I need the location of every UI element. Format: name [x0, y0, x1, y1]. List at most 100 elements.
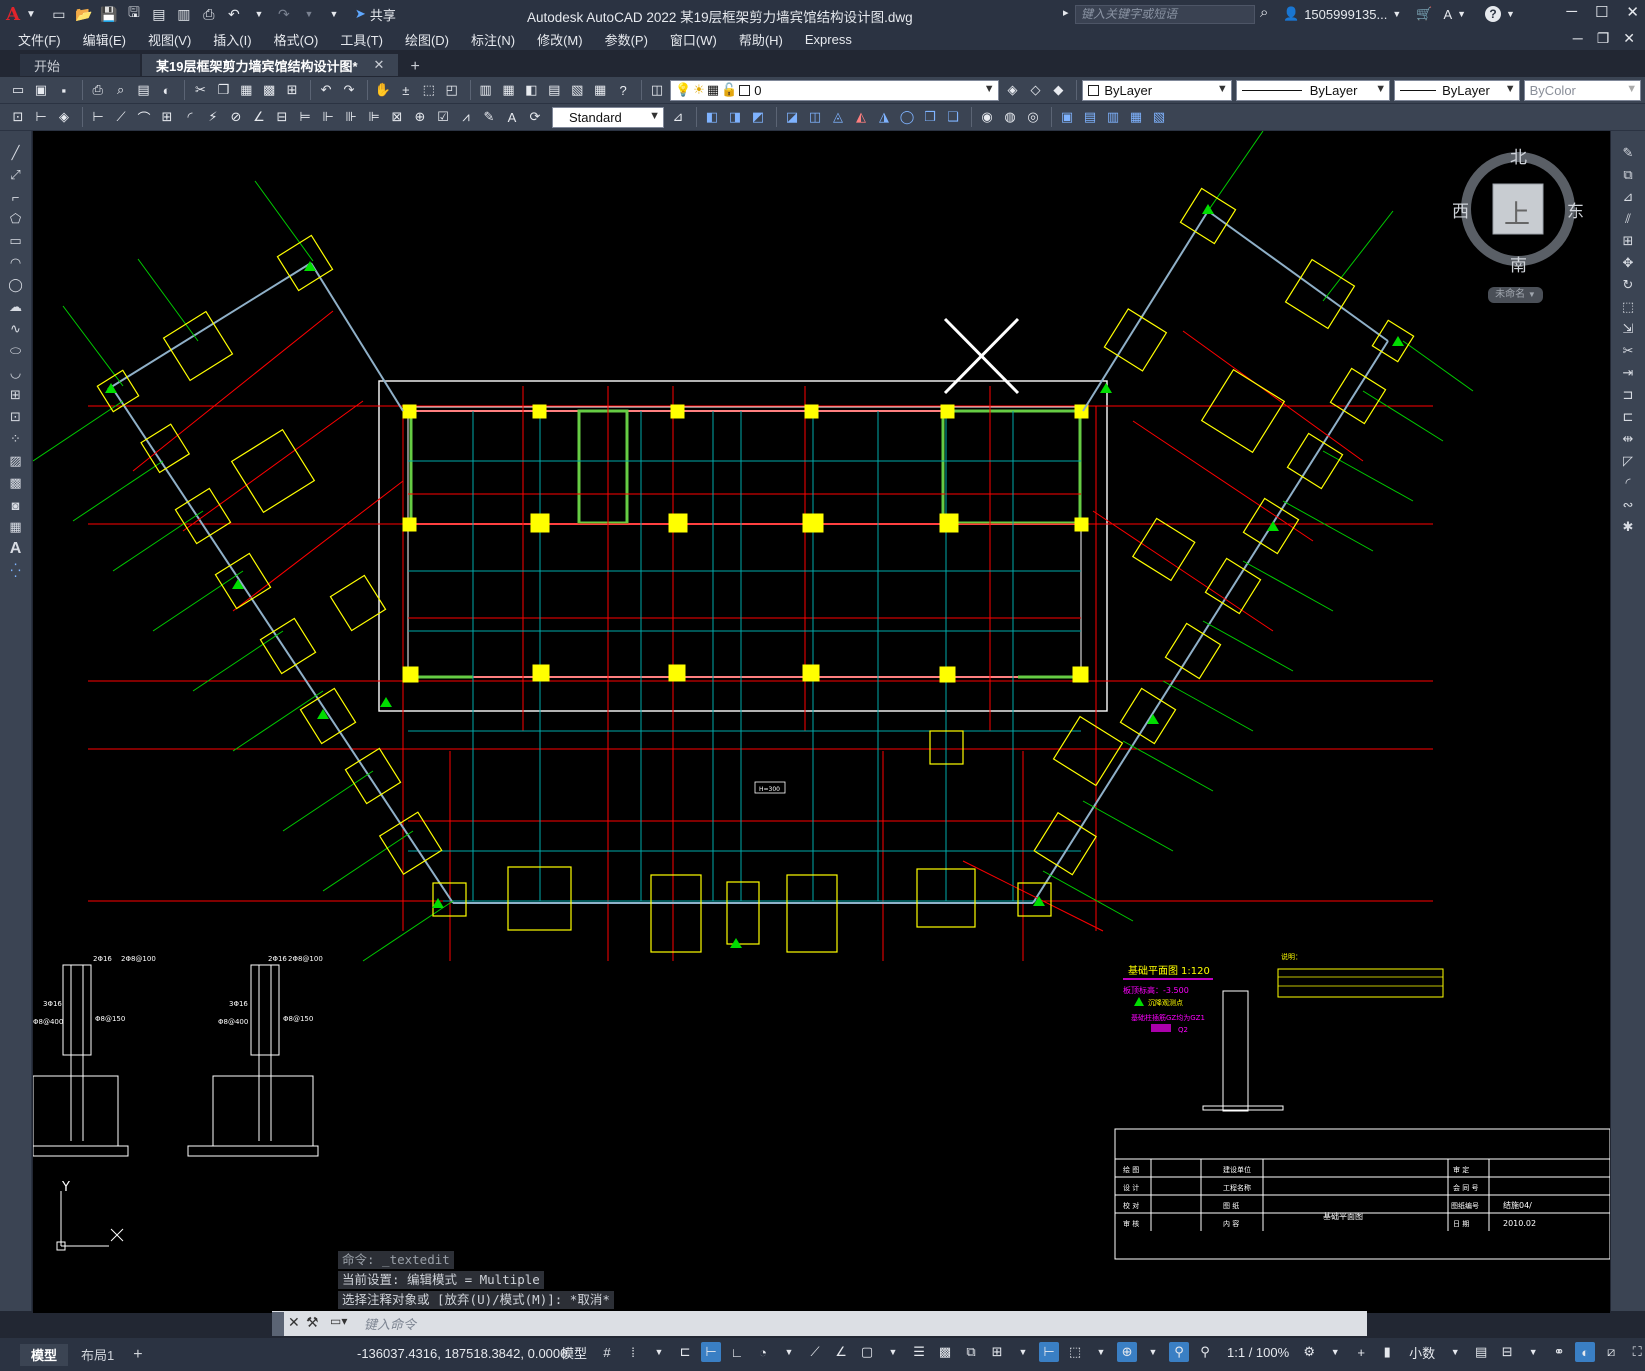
center-mark-icon[interactable]: ⊕ [410, 107, 430, 127]
add-layout-icon[interactable]: + [133, 1346, 142, 1364]
array-icon[interactable]: ⊞ [1618, 231, 1638, 251]
search-input[interactable]: 键入关键字或短语 [1075, 5, 1255, 24]
units-icon[interactable]: ▮ [1377, 1342, 1397, 1362]
copy-icon[interactable]: ❐ [213, 80, 233, 100]
save-toolbar-icon[interactable]: ▪ [54, 80, 74, 100]
gizmo-dropdown-icon[interactable]: ▼ [1143, 1342, 1163, 1362]
erase-icon[interactable]: ✎ [1618, 143, 1638, 163]
workspace-icon[interactable]: ⚙ [1299, 1342, 1319, 1362]
command-recent-icon[interactable]: ▭▾ [330, 1314, 347, 1328]
line-icon[interactable]: ╱ [6, 143, 26, 163]
interfere-icon[interactable]: ▧ [1149, 107, 1169, 127]
menu-help[interactable]: 帮助(H) [739, 30, 794, 49]
quick-dim-icon[interactable]: ⊟ [272, 107, 292, 127]
box-icon[interactable]: ◧ [702, 107, 722, 127]
undo-dropdown-icon[interactable]: ▼ [248, 3, 270, 25]
help-icon[interactable]: ? [1485, 6, 1502, 22]
diameter-dim-icon[interactable]: ⊘ [226, 107, 246, 127]
tab-layout1[interactable]: 布局1 [70, 1344, 125, 1366]
offset-faces-icon[interactable]: ◬ [828, 107, 848, 127]
redo-icon[interactable]: ↷ [273, 3, 295, 25]
baseline-dim-icon[interactable]: ⊨ [295, 107, 315, 127]
clean-screen-icon[interactable]: ⧄ [1601, 1342, 1621, 1362]
move-faces-icon[interactable]: ◫ [805, 107, 825, 127]
chamfer-icon[interactable]: ◸ [1618, 451, 1638, 471]
model-space-toggle[interactable]: 模型 [561, 1343, 587, 1362]
plot-icon[interactable]: ⎙ [198, 3, 220, 25]
tool-palettes-icon[interactable]: ◧ [521, 80, 541, 100]
polyline-icon[interactable]: ⌐ [6, 187, 26, 207]
text-style-combo[interactable]: Standard ▼ [552, 106, 664, 128]
dim-break-icon[interactable]: ⊫ [364, 107, 384, 127]
cart-icon[interactable]: 🛒 [1416, 6, 1432, 22]
region-icon[interactable]: ◙ [6, 495, 26, 515]
dim-update-icon[interactable]: ⟳ [525, 107, 545, 127]
continue-dim-icon[interactable]: ⊩ [318, 107, 338, 127]
graphics-performance-icon[interactable]: ◐ [1575, 1342, 1596, 1362]
menu-draw[interactable]: 绘图(D) [405, 30, 460, 49]
offset-icon[interactable]: ⫽ [1618, 209, 1638, 229]
app-dropdown-icon[interactable]: ▼ [1457, 9, 1466, 19]
section-icon[interactable]: ▦ [1126, 107, 1146, 127]
layer-states-icon[interactable]: ◆ [1048, 80, 1068, 100]
arc-icon[interactable]: ◠ [6, 253, 26, 273]
dim-space-icon[interactable]: ⊪ [341, 107, 361, 127]
clean-icon[interactable]: ◍ [1000, 107, 1020, 127]
isodraft-icon[interactable]: ⟋ [805, 1342, 825, 1362]
imprint-icon[interactable]: ◉ [977, 107, 997, 127]
check-icon[interactable]: ▤ [1080, 107, 1100, 127]
search-expand-icon[interactable]: ▸ [1063, 6, 1069, 19]
plotstyle-combo[interactable]: ByColor ▼ [1523, 79, 1642, 101]
extend-icon[interactable]: ⇥ [1618, 363, 1638, 383]
join-icon[interactable]: ⇹ [1618, 429, 1638, 449]
move-icon[interactable]: ✥ [1618, 253, 1638, 273]
dim-style-icon[interactable]: ⊿ [668, 107, 688, 127]
tab-close-icon[interactable]: ✕ [374, 57, 385, 73]
blend-curves-icon[interactable]: ∾ [1618, 495, 1638, 515]
make-block-icon[interactable]: ⊡ [6, 407, 26, 427]
pan-icon[interactable]: ✋ [373, 80, 393, 100]
union-icon[interactable]: ◨ [725, 107, 745, 127]
viewcube[interactable]: 上 北 南 西 东 未命名 ▼ [1452, 148, 1590, 319]
workspace-dropdown-icon[interactable]: ▼ [1325, 1342, 1345, 1362]
selection-filter-dropdown-icon[interactable]: ▼ [1091, 1342, 1111, 1362]
help-toolbar-icon[interactable]: ? [613, 80, 633, 100]
add-selected-icon[interactable]: ⁛ [6, 561, 26, 581]
3d-osnap-dropdown-icon[interactable]: ▼ [1013, 1342, 1033, 1362]
ucs-icon[interactable]: ⊢ [31, 107, 51, 127]
ellipse-icon[interactable]: ⬭ [6, 341, 26, 361]
taper-faces-icon[interactable]: ◯ [897, 107, 917, 127]
doc-restore-icon[interactable]: ❐ [1597, 30, 1610, 47]
customize-qa-icon[interactable]: ▼ [323, 3, 345, 25]
make-current-layer-icon[interactable]: ◈ [1003, 80, 1023, 100]
slice-icon[interactable]: ▥ [1103, 107, 1123, 127]
redo-toolbar-icon[interactable]: ↷ [339, 80, 359, 100]
revision-cloud-icon[interactable]: ☁ [6, 297, 26, 317]
menu-tools[interactable]: 工具(T) [340, 30, 394, 49]
autocad-logo-icon[interactable]: A [0, 0, 26, 28]
ortho-icon[interactable]: ∟ [727, 1342, 747, 1362]
polar-icon[interactable]: ◔ [753, 1342, 773, 1362]
separate-icon[interactable]: ◎ [1023, 107, 1043, 127]
3d-osnap-icon[interactable]: ⊞ [987, 1342, 1007, 1362]
osnap-icon[interactable]: ▢ [857, 1342, 877, 1362]
viewcube-face-label[interactable]: 上 [1504, 194, 1530, 231]
color-faces-icon[interactable]: ❑ [943, 107, 963, 127]
dynamic-ucs-icon[interactable]: ⊢ [1039, 1342, 1060, 1362]
paste-icon[interactable]: ▦ [236, 80, 256, 100]
osnap-tracking-icon[interactable]: ∠ [831, 1342, 851, 1362]
fullscreen-icon[interactable]: ⛶ [1627, 1342, 1645, 1362]
jogged-dim-icon[interactable]: ⚡ [203, 107, 223, 127]
share-button[interactable]: ➤ 共享 [355, 5, 396, 24]
annotation-scale[interactable]: 1:1 / 100% [1227, 1345, 1289, 1360]
3d-dwf-icon[interactable]: ◐ [157, 80, 177, 100]
undo-toolbar-icon[interactable]: ↶ [316, 80, 336, 100]
spline-icon[interactable]: ∿ [6, 319, 26, 339]
open-from-web-icon[interactable]: ▤ [148, 3, 170, 25]
command-grip[interactable] [272, 1311, 284, 1336]
linear-dim-icon[interactable]: ⊢ [88, 107, 108, 127]
sheet-set-icon[interactable]: ▤ [544, 80, 564, 100]
new-file-icon[interactable]: ▭ [48, 3, 70, 25]
cut-icon[interactable]: ✂ [190, 80, 210, 100]
help-dropdown-icon[interactable]: ▼ [1506, 9, 1515, 19]
